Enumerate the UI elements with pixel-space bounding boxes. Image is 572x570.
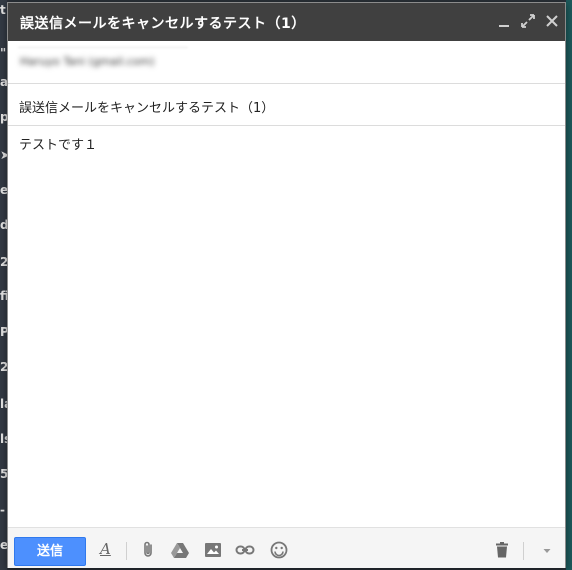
minimize-icon[interactable]	[496, 12, 514, 30]
bg-char: Pl	[0, 325, 7, 339]
bg-char: a	[0, 75, 7, 89]
bg-char: d	[0, 218, 7, 232]
drive-icon[interactable]	[170, 540, 190, 560]
format-text-icon[interactable]: A	[100, 540, 111, 558]
recipient-chip-border	[18, 47, 188, 48]
recipient-chip[interactable]: Haruyo Tani (gmail.com)	[20, 55, 155, 68]
subject-text: 誤送信メールをキャンセルするテスト（1）	[19, 101, 275, 116]
bg-char: 20	[0, 360, 7, 374]
link-icon[interactable]	[235, 540, 255, 560]
bg-char: p	[0, 110, 7, 124]
send-button[interactable]: 送信	[14, 537, 86, 566]
bg-char: ls	[0, 432, 7, 446]
attach-icon[interactable]	[139, 540, 159, 560]
bg-char: fi	[0, 289, 7, 303]
expand-icon[interactable]	[519, 12, 537, 30]
subject-field[interactable]: 誤送信メールをキャンセルするテスト（1）	[8, 84, 565, 126]
emoji-icon[interactable]	[269, 540, 289, 560]
bg-char: ➤	[0, 148, 7, 162]
bg-char: e	[0, 538, 7, 552]
bg-char: "	[0, 46, 7, 60]
compose-title: 誤送信メールをキャンセルするテスト（1）	[20, 16, 306, 32]
bg-char: -	[0, 503, 5, 517]
toolbar-divider	[126, 542, 127, 560]
bg-char: 5	[0, 467, 7, 481]
toolbar-divider	[523, 542, 524, 560]
compose-titlebar[interactable]: 誤送信メールをキャンセルするテスト（1）	[8, 3, 565, 41]
more-options-icon[interactable]	[537, 540, 557, 560]
bg-char: t	[0, 3, 6, 17]
close-icon[interactable]	[543, 12, 561, 30]
trash-icon[interactable]	[492, 540, 512, 560]
bg-char: la	[0, 397, 7, 411]
bg-char: e	[0, 183, 7, 197]
bg-char: 2	[0, 255, 7, 269]
compose-toolbar: 送信 A	[8, 527, 565, 568]
compose-window: 誤送信メールをキャンセルするテスト（1） Haruyo Tani (gmail.…	[7, 2, 566, 568]
recipients-field[interactable]: Haruyo Tani (gmail.com)	[8, 41, 565, 84]
background-right-edge	[566, 0, 572, 570]
photo-icon[interactable]	[203, 540, 223, 560]
message-body[interactable]: テストです１	[19, 134, 97, 153]
